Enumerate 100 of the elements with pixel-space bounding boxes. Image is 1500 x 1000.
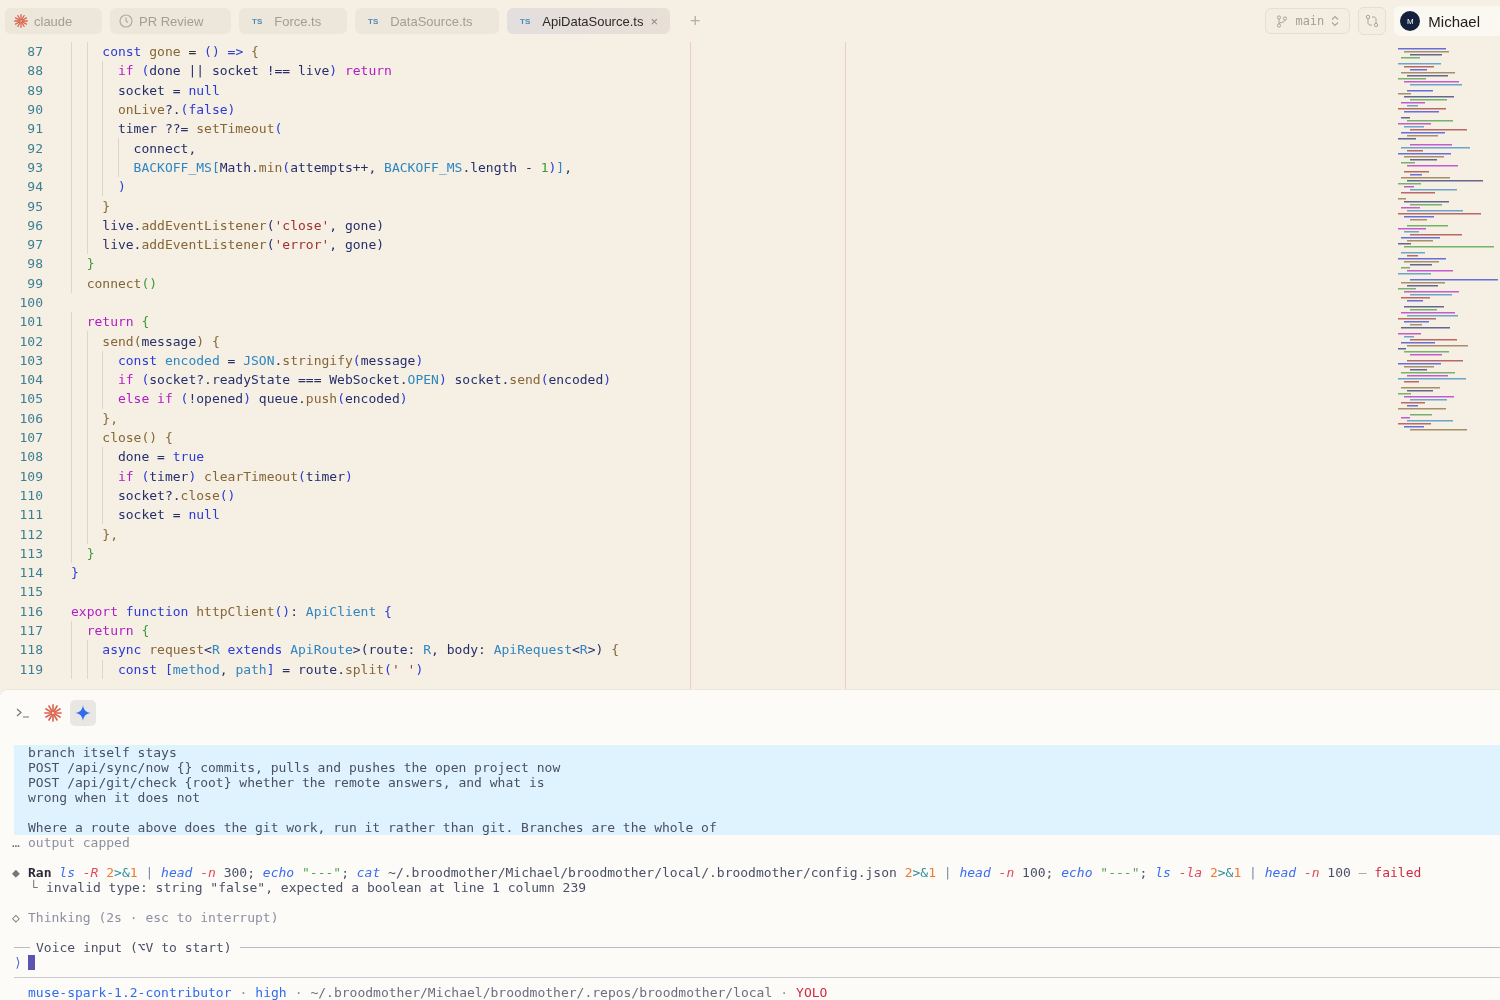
code-line: export function httpClient(): ApiClient { [71,603,392,619]
code-line: else if (!opened) queue.push(encoded) [116,391,408,407]
editor-tab[interactable]: TS DataSource.ts [355,8,499,34]
chevron-up-down-icon [1331,15,1340,27]
code-line: }, [101,526,118,542]
line-number: 105 [18,391,43,407]
line-number: 91 [26,121,43,137]
line-number: 103 [18,352,43,368]
file-type-label: TS [251,16,264,26]
branch-selector[interactable]: main [1265,8,1351,34]
clock-icon [119,14,133,28]
code-line: if (socket?.readyState === WebSocket.OPEN) socket.send(encoded) [116,372,612,388]
code-line: } [85,256,95,272]
line-number: 115 [18,584,43,600]
line-number: 106 [18,410,43,426]
status-item: ~/.broodmother/Michael/broodmother/.repos/broodmother/local [310,985,773,1000]
code-line: } [101,198,111,214]
line-number: 90 [26,102,43,118]
code-line: send(message) { [101,333,220,349]
line-number: 110 [18,487,43,503]
editor-tab[interactable]: claude [5,8,102,34]
code-line: if (timer) clearTimeout(timer) [116,468,353,484]
editor-tab[interactable]: TS ApiDataSource.ts × [507,8,670,34]
close-icon[interactable]: × [650,13,658,29]
new-tab-button[interactable]: + [686,10,705,32]
bullet-mark: ◇ [12,910,21,925]
code-line: close() { [101,430,173,446]
line-number: 107 [18,430,43,446]
user-menu[interactable]: M Michael [1394,6,1500,36]
line-number: 99 [26,275,43,291]
status-item: high [255,985,287,1000]
line-number: 93 [26,159,43,175]
line-number: 96 [26,217,43,233]
line-number: 113 [18,545,43,561]
line-number: 100 [18,295,43,310]
code-line: const gone = () => { [101,44,259,60]
line-number: 104 [18,372,43,388]
separator-dot: · [239,985,248,1000]
code-line: socket = null [116,507,220,523]
code-line: onLive?.(false) [116,102,236,118]
line-number: 114 [18,565,43,581]
code-line: const [method, path] = route.split(' ') [116,661,424,677]
text-cursor[interactable] [27,955,35,970]
output-line: POST /api/sync/now {} commits, pulls and pushes the open project now [28,760,562,775]
asterisk-icon [14,14,28,28]
code-line: done = true [116,449,205,465]
terminal-icon [16,707,30,719]
output-line: POST /api/git/check {root} whether the remote answers, and what is [28,775,546,790]
line-number: 117 [18,623,43,639]
ellipsis-mark: … [12,835,21,850]
line-number: 98 [26,256,43,272]
line-number: 89 [26,82,43,98]
line-number: 101 [18,314,43,330]
code-line: }, [101,410,118,426]
line-number: 112 [18,526,43,542]
error-message: invalid type: string "false", expected a boolean at line 1 column 239 [46,880,587,895]
line-number: 119 [18,661,43,677]
line-number: 102 [18,333,43,349]
line-number: 118 [18,642,43,658]
line-number: 116 [18,603,43,619]
code-line: return { [85,623,150,639]
code-line: BACKOFF_MS[Math.min(attempts++, BACKOFF_MS.length - 1)], [132,159,572,175]
line-number: 95 [26,198,43,214]
separator-dot: · [780,985,789,1000]
avatar: M [1400,11,1421,31]
editor-tab[interactable]: TS Force.ts [239,8,347,34]
code-line: if (done || socket !== live) return [116,63,392,79]
file-type-label: TS [367,16,380,26]
code-line: async request<R extends ApiRoute>(route: R, body: ApiRequest<R>) { [101,642,619,658]
capped-note: output capped [28,835,130,850]
file-type-label: TS [519,16,532,26]
git-compare-icon [1365,14,1380,28]
branch-icon [1276,14,1289,28]
prompt-mark: ⟩ [14,955,22,970]
code-line: socket = null [116,82,220,98]
command-line: Ran ls -R 2>&1 | head -n 300; echo "---"; cat ~/.broodmother/Michael/broodmother/local/.broodmother/config.json 2>&1 | head -n 100; echo "---"; ls -la 2>&1 | head -n 100 — failed [28,865,1422,880]
output-line: Where a route above does the git work, run it rather than git. Branches are the whole of [28,820,718,835]
line-number: 108 [18,449,43,465]
code-line: connect() [85,275,158,291]
code-line: connect, [132,140,197,156]
output-line: branch itself stays [28,745,178,760]
code-line: socket?.close() [116,487,236,503]
line-number: 97 [26,237,43,253]
line-number: 87 [26,44,43,60]
editor-tab[interactable]: PR Review [110,8,231,34]
code-line: live.addEventListener('close', gone) [101,217,385,233]
asterisk-icon [44,704,62,722]
code-line: ) [116,179,126,195]
tree-mark: └ [30,880,39,895]
code-line: const encoded = JSON.stringify(message) [116,352,424,368]
sparkle-icon [75,705,91,721]
code-line: live.addEventListener('error', gone) [101,237,385,253]
line-number: 92 [26,140,43,156]
code-line: } [71,565,79,581]
panel-tool-button[interactable] [70,700,96,726]
line-number: 111 [18,507,43,523]
line-number: 88 [26,63,43,79]
status-item: muse-spark-1.2-contributor [28,985,232,1000]
output-line: wrong when it does not [28,790,202,805]
thinking-status: Thinking (2s · esc to interrupt) [28,910,279,925]
